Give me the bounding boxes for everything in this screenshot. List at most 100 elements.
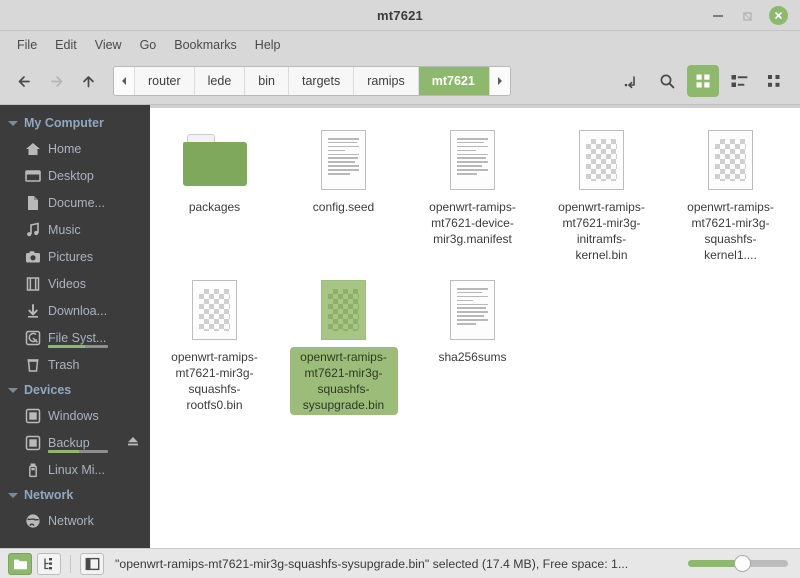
sidebar-item-windows[interactable]: Windows xyxy=(0,402,150,429)
menu-file[interactable]: File xyxy=(8,35,46,55)
tree-pane-button[interactable] xyxy=(37,552,61,575)
compact-view-button[interactable] xyxy=(759,65,791,97)
binary-file-icon xyxy=(579,123,624,197)
sidebar-item-label: File Syst... xyxy=(48,330,107,345)
sidebar-item-label: Music xyxy=(48,222,81,237)
sidebar-item-trash[interactable]: Trash xyxy=(0,351,150,378)
sidebar-group-label: Network xyxy=(24,488,74,502)
file-name: config.seed xyxy=(312,200,375,214)
sidebar-group-label: My Computer xyxy=(24,116,104,130)
menu-help[interactable]: Help xyxy=(246,35,290,55)
desktop-icon xyxy=(24,167,41,184)
sidebar: My Computer Home Desktop Docume... Music xyxy=(0,105,150,548)
file-name: openwrt-ramips-mt7621-mir3g-squashfs-roo… xyxy=(171,350,258,412)
sidebar-item-desktop[interactable]: Desktop xyxy=(0,162,150,189)
sidebar-item-music[interactable]: Music xyxy=(0,216,150,243)
sidebar-item-label: Downloa... xyxy=(48,303,108,318)
text-document-icon xyxy=(450,273,495,347)
sidebar-item-label: Network xyxy=(48,513,94,528)
sidebar-item-label: Windows xyxy=(48,408,99,423)
breadcrumb-router[interactable]: router xyxy=(135,67,195,95)
menu-bar: File Edit View Go Bookmarks Help xyxy=(0,31,800,58)
downloads-icon xyxy=(24,302,41,319)
close-icon[interactable] xyxy=(769,5,788,25)
globe-icon xyxy=(24,512,41,529)
sidebar-item-home[interactable]: Home xyxy=(0,135,150,162)
sidebar-item-downloads[interactable]: Downloa... xyxy=(0,297,150,324)
breadcrumb-ramips[interactable]: ramips xyxy=(354,67,419,95)
toolbar-right-group xyxy=(615,65,791,97)
file-name: openwrt-ramips-mt7621-mir3g-squashfs-sys… xyxy=(289,347,398,415)
file-item-manifest[interactable]: openwrt-ramips-mt7621-device-mir3g.manif… xyxy=(408,119,537,265)
chevron-down-icon xyxy=(8,492,18,498)
places-pane-button[interactable] xyxy=(8,552,32,575)
back-button[interactable] xyxy=(9,66,39,96)
sidebar-item-label: Desktop xyxy=(48,168,94,183)
file-item-packages[interactable]: packages xyxy=(150,119,279,265)
menu-view[interactable]: View xyxy=(86,35,131,55)
drive-icon xyxy=(24,407,41,424)
breadcrumb-targets[interactable]: targets xyxy=(288,67,355,95)
status-separator xyxy=(70,554,71,573)
sidebar-item-documents[interactable]: Docume... xyxy=(0,189,150,216)
sidebar-item-label: Docume... xyxy=(48,195,105,210)
breadcrumb-lede[interactable]: lede xyxy=(194,67,246,95)
text-document-icon xyxy=(321,123,366,197)
list-view-button[interactable] xyxy=(723,65,755,97)
up-button[interactable] xyxy=(73,66,103,96)
sidebar-item-label: Videos xyxy=(48,276,86,291)
main-area: My Computer Home Desktop Docume... Music xyxy=(0,105,800,548)
sidebar-item-network[interactable]: Network xyxy=(0,507,150,534)
maximize-icon[interactable] xyxy=(739,6,757,24)
search-icon[interactable] xyxy=(651,65,683,97)
chevron-down-icon xyxy=(8,387,18,393)
drive-icon xyxy=(24,434,41,451)
file-item-config-seed[interactable]: config.seed xyxy=(279,119,408,265)
menu-go[interactable]: Go xyxy=(131,35,166,55)
folder-icon xyxy=(182,123,247,197)
sidebar-item-videos[interactable]: Videos xyxy=(0,270,150,297)
minimize-icon[interactable] xyxy=(709,6,727,24)
sidebar-item-file-system[interactable]: File Syst... xyxy=(0,324,150,351)
documents-icon xyxy=(24,194,41,211)
sidebar-item-linux-mint[interactable]: Linux Mi... xyxy=(0,456,150,483)
forward-button[interactable] xyxy=(41,66,71,96)
sidebar-item-pictures[interactable]: Pictures xyxy=(0,243,150,270)
file-name: packages xyxy=(188,200,241,214)
status-message: "openwrt-ramips-mt7621-mir3g-squashfs-sy… xyxy=(115,556,629,571)
disk-usage-bar xyxy=(48,450,108,453)
binary-file-icon xyxy=(321,273,366,347)
usb-drive-icon xyxy=(24,461,41,478)
sidebar-group-my-computer[interactable]: My Computer xyxy=(0,111,150,135)
window-controls xyxy=(709,5,800,25)
status-bar: "openwrt-ramips-mt7621-mir3g-squashfs-sy… xyxy=(0,548,800,578)
breadcrumb-mt7621[interactable]: mt7621 xyxy=(418,67,489,95)
file-item-sha256sums[interactable]: sha256sums xyxy=(408,269,537,415)
menu-edit[interactable]: Edit xyxy=(46,35,86,55)
sidebar-item-backup[interactable]: Backup xyxy=(0,429,150,456)
pictures-icon xyxy=(24,248,41,265)
path-scroll-right-button[interactable] xyxy=(488,67,510,95)
file-item-initramfs-kernel-bin[interactable]: openwrt-ramips-mt7621-mir3g-initramfs-ke… xyxy=(537,119,666,265)
eject-icon[interactable] xyxy=(126,434,140,451)
file-item-squashfs-kernel1-bin[interactable]: openwrt-ramips-mt7621-mir3g-squashfs-ker… xyxy=(666,119,795,265)
zoom-slider[interactable] xyxy=(688,554,788,574)
path-entry-icon[interactable] xyxy=(615,65,647,97)
filesystem-icon xyxy=(24,329,41,346)
sidebar-group-devices[interactable]: Devices xyxy=(0,378,150,402)
zoom-slider-handle[interactable] xyxy=(734,555,751,572)
file-list-view[interactable]: packages config.seed openwrt-ramips-mt76… xyxy=(150,105,800,548)
icon-view-button[interactable] xyxy=(687,65,719,97)
file-item-squashfs-rootfs0-bin[interactable]: openwrt-ramips-mt7621-mir3g-squashfs-roo… xyxy=(150,269,279,415)
toolbar: router lede bin targets ramips mt7621 xyxy=(0,58,800,105)
file-item-squashfs-sysupgrade-bin[interactable]: openwrt-ramips-mt7621-mir3g-squashfs-sys… xyxy=(279,269,408,415)
breadcrumb-bin[interactable]: bin xyxy=(245,67,289,95)
sidebar-item-label: Linux Mi... xyxy=(48,462,105,477)
window-title: mt7621 xyxy=(376,7,423,23)
path-scroll-left-button[interactable] xyxy=(114,67,135,95)
sidebar-toggle-button[interactable] xyxy=(80,552,104,575)
view-top-edge xyxy=(150,105,800,108)
breadcrumb: router lede bin targets ramips mt7621 xyxy=(113,66,511,96)
sidebar-group-network[interactable]: Network xyxy=(0,483,150,507)
menu-bookmarks[interactable]: Bookmarks xyxy=(165,35,246,55)
